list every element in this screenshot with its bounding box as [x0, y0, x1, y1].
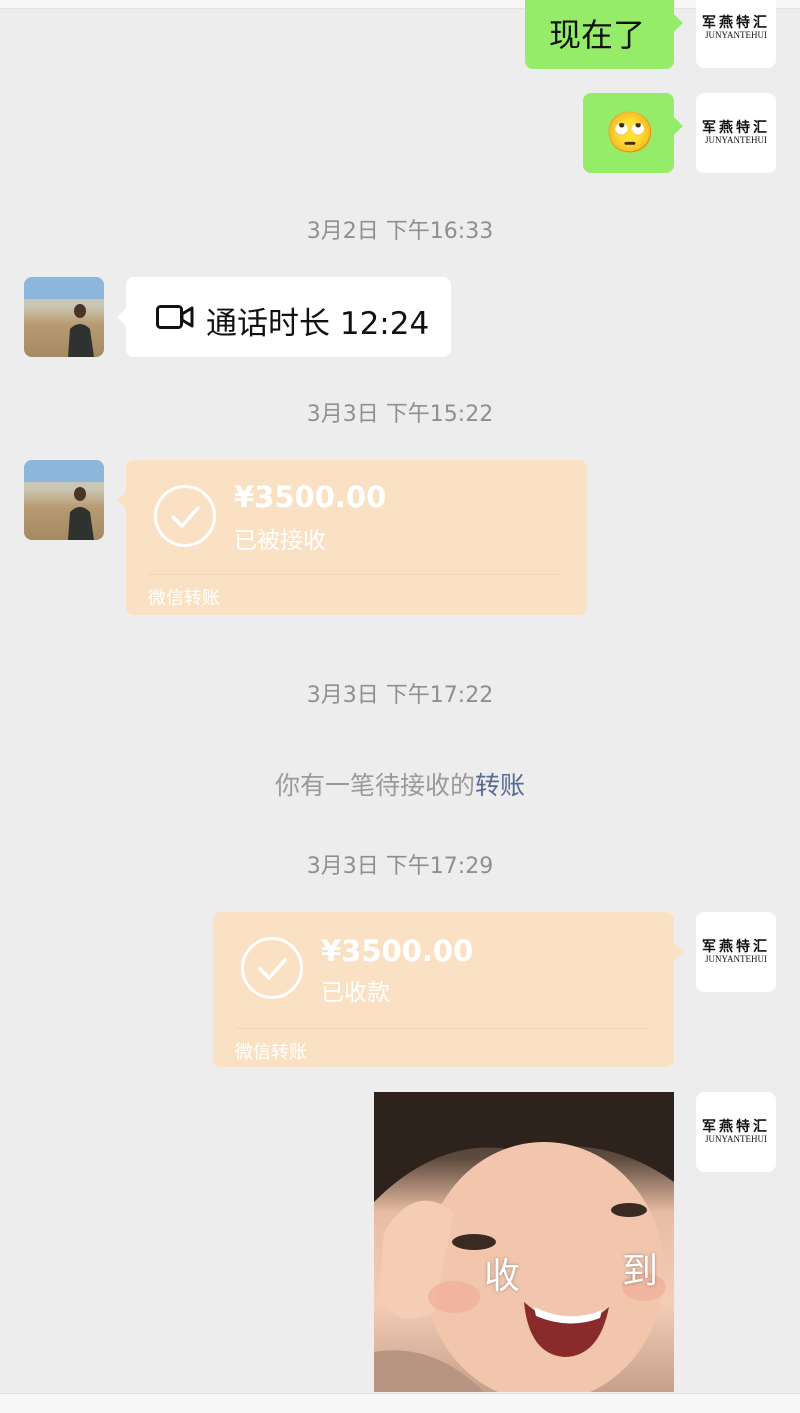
transfer-footer: 微信转账	[235, 1042, 307, 1063]
timestamp: 3月3日 下午15:22	[306, 402, 494, 427]
pending-text: 你有一笔待接收的	[274, 771, 475, 800]
my-avatar[interactable]: 军燕特汇 JUNYANTEHUI	[696, 0, 776, 68]
contact-avatar[interactable]	[24, 460, 104, 540]
bubble-tail	[117, 490, 137, 510]
timestamp: 3月3日 下午17:29	[306, 854, 494, 879]
transfer-card[interactable]: ¥3500.00 已被接收 微信转账	[117, 460, 587, 615]
contact-avatar[interactable]	[24, 277, 104, 357]
my-avatar[interactable]: 军燕特汇 JUNYANTEHUI	[696, 912, 776, 992]
my-avatar[interactable]: 军燕特汇 JUNYANTEHUI	[696, 93, 776, 173]
avatar-brand-en: JUNYANTEHUI	[705, 135, 767, 145]
avatar-brand-en: JUNYANTEHUI	[705, 1134, 767, 1144]
contact-photo	[24, 460, 104, 540]
transfer-divider	[148, 574, 563, 575]
avatar-brand-en: JUNYANTEHUI	[705, 954, 767, 964]
bubble-tail	[663, 13, 683, 33]
transfer-amount: ¥3500.00	[234, 480, 387, 514]
input-bar-edge	[0, 1393, 800, 1413]
transfer-link[interactable]: 转账	[475, 771, 525, 800]
message-text: 现在了	[549, 16, 646, 54]
avatar-brand-cn: 军燕特汇	[702, 1119, 770, 1135]
bubble-tail	[117, 307, 137, 327]
check-circle-icon	[241, 937, 303, 999]
transfer-status: 已收款	[321, 980, 390, 1006]
transfer-status: 已被接收	[234, 528, 326, 554]
video-camera-icon	[156, 304, 194, 330]
sent-text-bubble[interactable]: 现在了	[525, 0, 683, 69]
avatar-brand-cn: 军燕特汇	[702, 120, 770, 136]
pending-transfer-notice: 你有一笔待接收的转账	[0, 766, 800, 802]
timestamp: 3月3日 下午17:22	[306, 683, 494, 708]
transfer-divider	[235, 1028, 650, 1029]
status-strip	[0, 0, 800, 9]
transfer-amount: ¥3500.00	[321, 934, 474, 968]
avatar-brand-en: JUNYANTEHUI	[705, 30, 767, 40]
bubble-tail	[663, 942, 683, 962]
sent-emoji-bubble[interactable]: 🙄	[583, 93, 683, 173]
my-avatar[interactable]: 军燕特汇 JUNYANTEHUI	[696, 1092, 776, 1172]
call-duration-text: 通话时长 12:24	[206, 306, 430, 342]
timestamp: 3月2日 下午16:33	[306, 219, 494, 244]
transfer-card[interactable]: ¥3500.00 已收款 微信转账	[213, 912, 683, 1067]
eye-roll-emoji: 🙄	[605, 110, 655, 156]
transfer-footer: 微信转账	[148, 588, 220, 609]
sticker-caption-right: 到	[622, 1251, 659, 1292]
sticker-image[interactable]: 收 到	[374, 1092, 674, 1392]
sticker-caption-left: 收	[484, 1256, 521, 1297]
call-record-bubble[interactable]: 通话时长 12:24	[117, 277, 451, 357]
bubble-tail	[663, 116, 683, 136]
avatar-brand-cn: 军燕特汇	[702, 15, 770, 31]
check-circle-icon	[154, 485, 216, 547]
contact-photo	[24, 277, 104, 357]
avatar-brand-cn: 军燕特汇	[702, 939, 770, 955]
